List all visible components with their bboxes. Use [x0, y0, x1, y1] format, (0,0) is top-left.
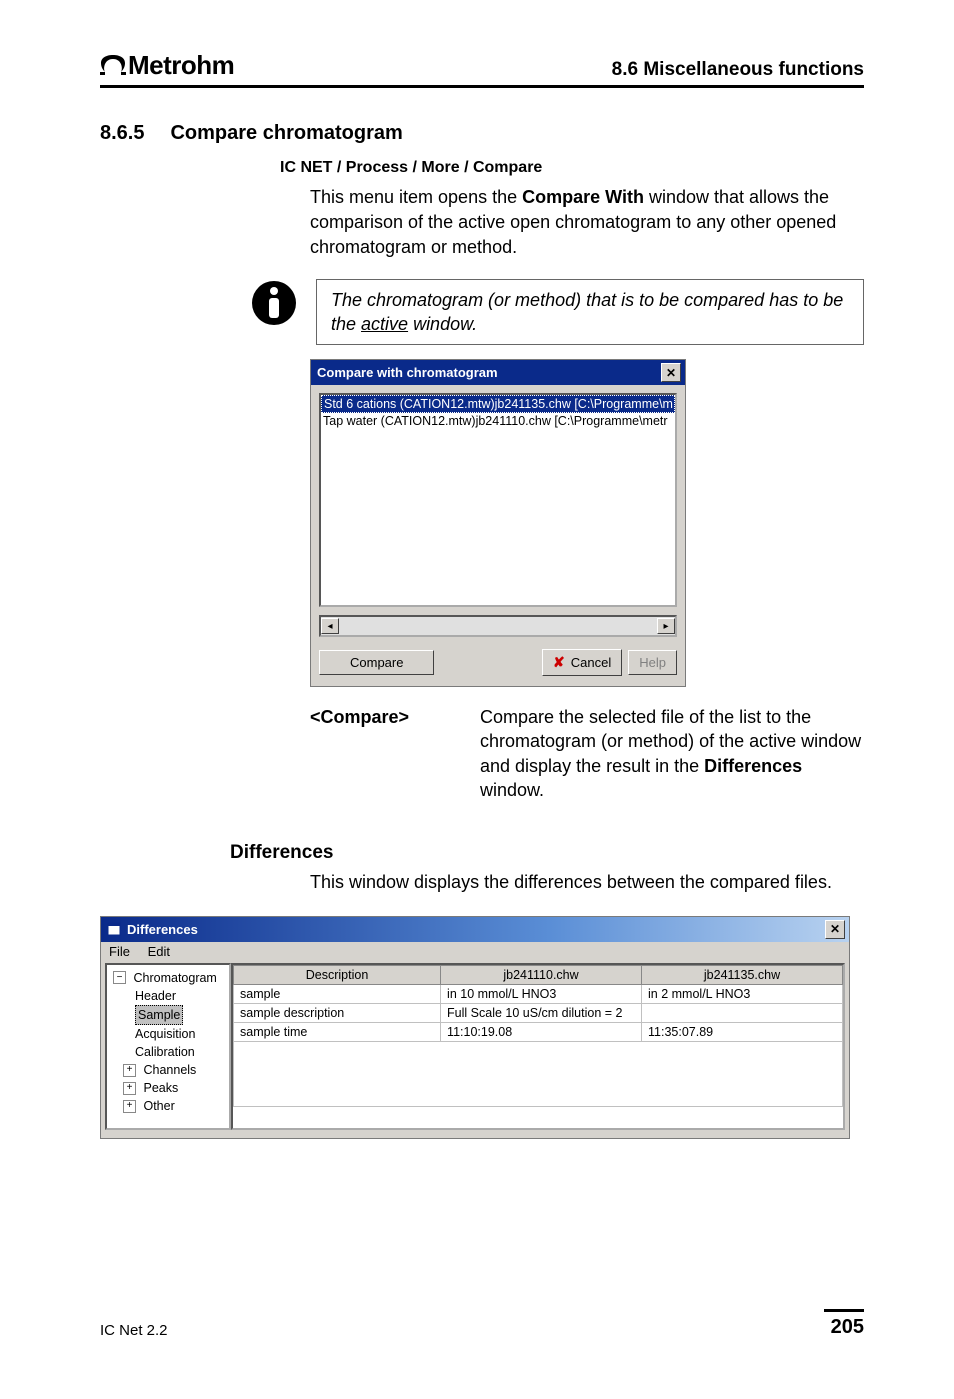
tree-node[interactable]: Channels	[143, 1061, 196, 1079]
list-item[interactable]: Std 6 cations (CATION12.mtw)jb241135.chw…	[321, 395, 675, 413]
compare-listbox[interactable]: Std 6 cations (CATION12.mtw)jb241135.chw…	[319, 393, 677, 607]
differences-intro: This window displays the differences bet…	[310, 870, 864, 895]
menubar: File Edit	[101, 942, 849, 961]
tree-node[interactable]: Calibration	[135, 1043, 195, 1061]
scroll-left-icon[interactable]: ◂	[321, 618, 339, 634]
compare-dialog: Compare with chromatogram ✕ Std 6 cation…	[310, 359, 686, 687]
tree-node[interactable]: Chromatogram	[133, 969, 216, 987]
col-header[interactable]: jb241110.chw	[441, 965, 642, 984]
compare-dialog-title: Compare with chromatogram	[317, 365, 498, 380]
col-header[interactable]: jb241135.chw	[642, 965, 843, 984]
tree-node[interactable]: Other	[143, 1097, 174, 1115]
expand-icon[interactable]: +	[123, 1064, 136, 1077]
differences-dialog-title: Differences	[127, 922, 198, 937]
cancel-button[interactable]: ✘Cancel	[542, 649, 622, 676]
footer-product: IC Net 2.2	[100, 1322, 168, 1339]
table-row[interactable]: sample in 10 mmol/L HNO3 in 2 mmol/L HNO…	[234, 984, 843, 1003]
menu-edit[interactable]: Edit	[148, 944, 170, 959]
close-icon[interactable]: ✕	[661, 363, 681, 382]
tree-view[interactable]: − Chromatogram Header Sample Acquisition…	[105, 963, 231, 1130]
brand-logo: Metrohm	[100, 50, 234, 81]
menu-path: IC NET / Process / More / Compare	[280, 159, 864, 177]
expand-icon[interactable]: +	[123, 1100, 136, 1113]
section-title: 8.6 Miscellaneous functions	[612, 59, 864, 81]
tree-node[interactable]: Sample	[135, 1005, 183, 1025]
brand-text: Metrohm	[128, 50, 234, 81]
collapse-icon[interactable]: −	[113, 971, 126, 984]
cancel-x-icon: ✘	[553, 654, 565, 671]
close-icon[interactable]: ✕	[825, 920, 845, 939]
horizontal-scrollbar[interactable]: ◂ ▸	[319, 615, 677, 637]
table-row[interactable]: sample description Full Scale 10 uS/cm d…	[234, 1003, 843, 1022]
intro-paragraph: This menu item opens the Compare With wi…	[310, 185, 864, 261]
tree-node[interactable]: Peaks	[143, 1079, 178, 1097]
compare-description: Compare the selected file of the list to…	[480, 705, 864, 802]
menu-file[interactable]: File	[109, 944, 130, 959]
window-icon	[107, 922, 121, 936]
differences-dialog: Differences ✕ File Edit − Chromatogram H…	[100, 916, 850, 1139]
compare-button[interactable]: Compare	[319, 650, 434, 675]
heading-number: 8.6.5	[100, 122, 144, 145]
differences-grid: Description jb241110.chw jb241135.chw sa…	[231, 963, 845, 1130]
list-item[interactable]: Tap water (CATION12.mtw)jb241110.chw [C:…	[321, 413, 675, 429]
omega-icon	[100, 55, 126, 77]
info-icon	[250, 279, 298, 327]
differences-heading: Differences	[230, 842, 864, 864]
tree-node[interactable]: Acquisition	[135, 1025, 195, 1043]
expand-icon[interactable]: +	[123, 1082, 136, 1095]
heading-title: Compare chromatogram	[170, 122, 402, 145]
scroll-right-icon[interactable]: ▸	[657, 618, 675, 634]
page-number: 205	[824, 1309, 864, 1339]
col-header[interactable]: Description	[234, 965, 441, 984]
table-row[interactable]: sample time 11:10:19.08 11:35:07.89	[234, 1022, 843, 1041]
tree-node[interactable]: Header	[135, 987, 176, 1005]
note-box: The chromatogram (or method) that is to …	[316, 279, 864, 346]
compare-label: <Compare>	[310, 705, 450, 802]
help-button[interactable]: Help	[628, 650, 677, 675]
